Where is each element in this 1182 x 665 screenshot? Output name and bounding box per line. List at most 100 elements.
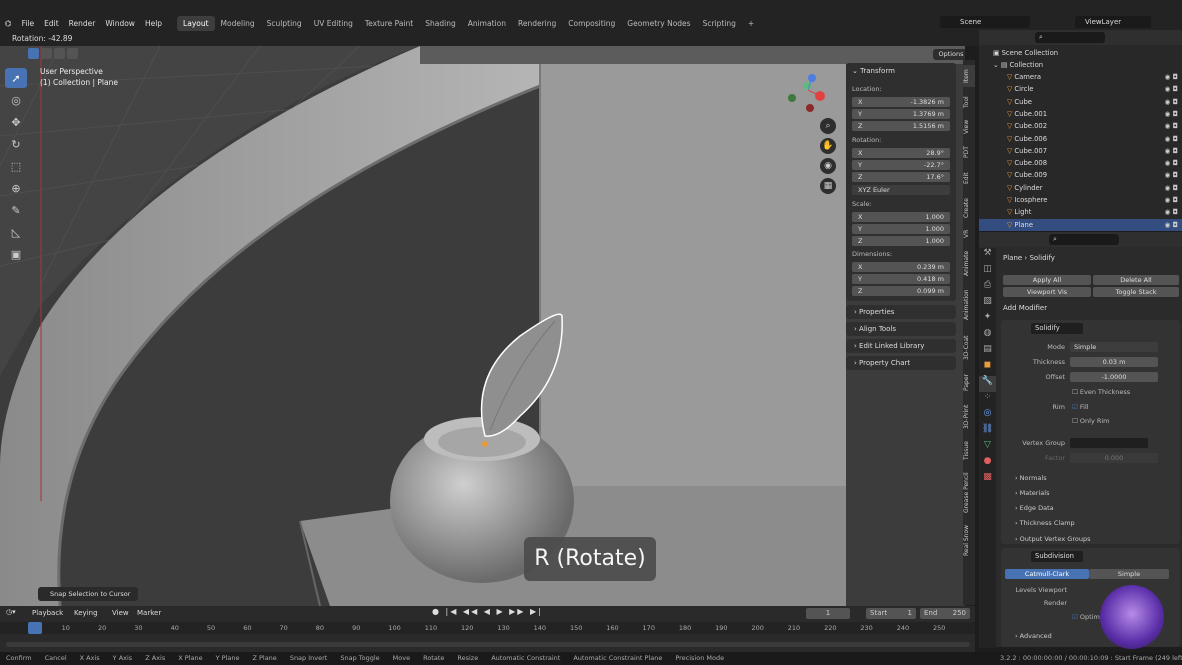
- output-vertex-groups-subpanel[interactable]: › Output Vertex Groups: [1015, 535, 1090, 543]
- thickness-field[interactable]: 0.03 m: [1070, 357, 1158, 367]
- viewport-vis-button[interactable]: Viewport Vis: [1003, 287, 1091, 297]
- tab-layout[interactable]: Layout: [177, 15, 215, 31]
- property-chart-section[interactable]: › Property Chart: [846, 356, 956, 370]
- delete-all-button[interactable]: Delete All: [1093, 275, 1179, 285]
- catmull-clark-button[interactable]: Catmull-Clark: [1005, 569, 1089, 579]
- timeline-menu-marker[interactable]: Marker: [137, 609, 161, 617]
- visibility-icon[interactable]: ◉ ◘: [1165, 83, 1178, 95]
- menu-window[interactable]: Window: [100, 19, 140, 28]
- tab-shading[interactable]: Shading: [419, 16, 461, 31]
- factor-field[interactable]: 0.000: [1070, 453, 1158, 463]
- side-tab-paper[interactable]: Paper: [963, 370, 975, 396]
- rotation-y-field[interactable]: Y -22.7°: [852, 160, 950, 170]
- side-tab-animate[interactable]: Animate: [963, 245, 975, 281]
- outliner-item[interactable]: ▽ Cube.001 ◉ ◘: [979, 108, 1182, 120]
- editor-type-icon[interactable]: ◷▾: [6, 608, 16, 616]
- rotation-mode-dropdown[interactable]: XYZ Euler: [852, 185, 950, 195]
- tool-tab-icon[interactable]: ⚒: [979, 248, 996, 264]
- scale-tool-icon[interactable]: ⬚: [5, 156, 27, 176]
- align-tools-section[interactable]: › Align Tools: [846, 322, 956, 336]
- outliner-item[interactable]: ▽ Cube ◉ ◘: [979, 96, 1182, 108]
- search-icon[interactable]: ⌕: [1035, 32, 1105, 43]
- scene-selector[interactable]: Scene: [940, 16, 1030, 28]
- outliner-item[interactable]: ▽ Cube.006 ◉ ◘: [979, 133, 1182, 145]
- tab-sculpting[interactable]: Sculpting: [261, 16, 308, 31]
- vertex-group-field[interactable]: [1070, 438, 1148, 448]
- side-tab-pdt[interactable]: PDT: [963, 142, 975, 162]
- side-tab-create[interactable]: Create: [963, 193, 975, 223]
- select-tool-icon[interactable]: ➚: [5, 68, 27, 88]
- apply-all-button[interactable]: Apply All: [1003, 275, 1091, 285]
- side-tab-real-snow[interactable]: Real Snow: [963, 522, 975, 558]
- select-mode-new-icon[interactable]: [28, 48, 39, 59]
- dimensions-y-field[interactable]: Y 0.418 m: [852, 274, 950, 284]
- constraints-tab-icon[interactable]: ⛓: [979, 424, 996, 440]
- materials-subpanel[interactable]: › Materials: [1015, 489, 1049, 497]
- zoom-icon[interactable]: ⌕: [820, 118, 836, 134]
- scene-tab-icon[interactable]: ✦: [979, 312, 996, 328]
- end-frame-field[interactable]: End 250: [920, 608, 970, 619]
- search-icon[interactable]: ⌕: [1049, 234, 1119, 245]
- current-frame-field[interactable]: 1: [806, 608, 850, 619]
- visibility-icon[interactable]: ◉ ◘: [1165, 206, 1178, 218]
- transform-tool-icon[interactable]: ⊕: [5, 178, 27, 198]
- view-layer-tab-icon[interactable]: ▧: [979, 296, 996, 312]
- menu-render[interactable]: Render: [64, 19, 101, 28]
- start-frame-field[interactable]: Start 1: [866, 608, 916, 619]
- fill-checkbox[interactable]: ☑ Fill: [1072, 403, 1089, 411]
- menu-file[interactable]: File: [17, 19, 40, 28]
- tab-geometry-nodes[interactable]: Geometry Nodes: [621, 16, 696, 31]
- side-tab-view[interactable]: View: [963, 117, 975, 137]
- timeline-scrollbar[interactable]: [6, 642, 970, 647]
- rotation-x-field[interactable]: X 28.9°: [852, 148, 950, 158]
- select-mode-extend-icon[interactable]: [41, 48, 52, 59]
- normals-subpanel[interactable]: › Normals: [1015, 474, 1047, 482]
- visibility-icon[interactable]: ◉ ◘: [1165, 157, 1178, 169]
- tab-rendering[interactable]: Rendering: [512, 16, 562, 31]
- side-tab-tool[interactable]: Tool: [963, 92, 975, 112]
- rotate-tool-icon[interactable]: ↻: [5, 134, 27, 154]
- visibility-icon[interactable]: ◉ ◘: [1165, 169, 1178, 181]
- outliner-collection[interactable]: ⌄ ▤ Collection: [979, 59, 1182, 71]
- view-layer-selector[interactable]: ViewLayer: [1075, 16, 1151, 28]
- properties-section[interactable]: › Properties: [846, 305, 956, 319]
- data-tab-icon[interactable]: ▽: [979, 440, 996, 456]
- outliner-item[interactable]: ▽ Circle ◉ ◘: [979, 83, 1182, 95]
- edge-data-subpanel[interactable]: › Edge Data: [1015, 504, 1054, 512]
- side-tab-edit[interactable]: Edit: [963, 167, 975, 189]
- subdivision-name-field[interactable]: Subdivision: [1031, 551, 1083, 562]
- outliner-scene-collection[interactable]: ▣ Scene Collection: [979, 47, 1182, 59]
- camera-view-icon[interactable]: ◉: [820, 158, 836, 174]
- location-z-field[interactable]: Z 1.5156 m: [852, 121, 950, 131]
- visibility-icon[interactable]: ◉ ◘: [1165, 194, 1178, 206]
- playback-controls[interactable]: ● |◀ ◀◀ ◀ ▶ ▶▶ ▶|: [432, 607, 543, 616]
- modifier-tab-icon[interactable]: 🔧: [979, 376, 996, 392]
- side-tab-3d-print[interactable]: 3D-Print: [963, 400, 975, 434]
- side-tab-animation[interactable]: Animation: [963, 285, 975, 325]
- tab-animation[interactable]: Animation: [462, 16, 512, 31]
- outliner-item[interactable]: ▽ Cube.008 ◉ ◘: [979, 157, 1182, 169]
- outliner-item[interactable]: ▽ Plane ◉ ◘: [979, 218, 1182, 231]
- dimensions-x-field[interactable]: X 0.239 m: [852, 262, 950, 272]
- side-tab-3d-coat[interactable]: 3D-Coat: [963, 330, 975, 366]
- outliner-item[interactable]: ▽ Cube.009 ◉ ◘: [979, 169, 1182, 181]
- tab-scripting[interactable]: Scripting: [697, 16, 742, 31]
- object-tab-icon[interactable]: ◼: [979, 360, 996, 376]
- side-tab-tissue[interactable]: Tissue: [963, 438, 975, 464]
- menu-help[interactable]: Help: [140, 19, 167, 28]
- visibility-icon[interactable]: ◉ ◘: [1165, 108, 1178, 120]
- side-tab-grease-pencil[interactable]: Grease Pencil: [963, 468, 975, 518]
- side-tab-item[interactable]: Item: [963, 65, 975, 87]
- menu-edit[interactable]: Edit: [39, 19, 64, 28]
- texture-tab-icon[interactable]: ▩: [979, 472, 996, 488]
- visibility-icon[interactable]: ◉ ◘: [1165, 145, 1178, 157]
- select-mode-subtract-icon[interactable]: [54, 48, 65, 59]
- pan-hand-icon[interactable]: ✋: [820, 138, 836, 154]
- offset-field[interactable]: -1.0000: [1070, 372, 1158, 382]
- timeline-menu-playback[interactable]: Playback: [32, 609, 63, 617]
- visibility-icon[interactable]: ◉ ◘: [1165, 71, 1178, 83]
- outliner-item[interactable]: ▽ Icosphere ◉ ◘: [979, 194, 1182, 206]
- particles-tab-icon[interactable]: ⁘: [979, 392, 996, 408]
- visibility-icon[interactable]: ◉ ◘: [1165, 96, 1178, 108]
- outliner-item[interactable]: ▽ Camera ◉ ◘: [979, 71, 1182, 83]
